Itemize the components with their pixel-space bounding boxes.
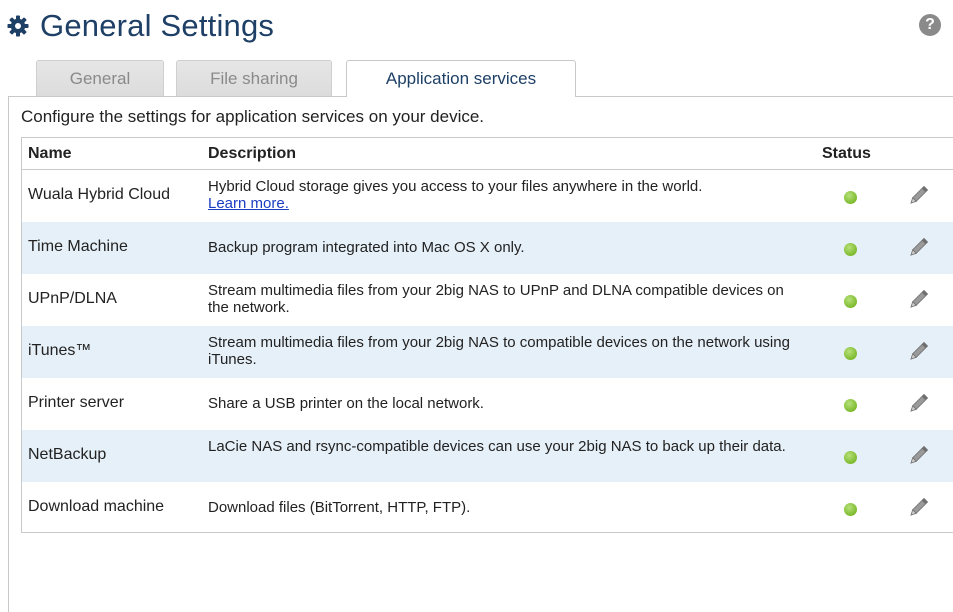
service-description: Stream multimedia files from your 2big N… (208, 334, 790, 368)
column-header-description: Description (208, 145, 297, 162)
status-dot-icon (844, 451, 857, 464)
pencil-icon[interactable] (906, 392, 930, 416)
table-row: Time Machine Backup program integrated i… (22, 222, 953, 274)
column-header-name: Name (28, 145, 72, 162)
status-dot-icon (844, 295, 857, 308)
service-description: Share a USB printer on the local network… (208, 395, 484, 412)
service-description: Download files (BitTorrent, HTTP, FTP). (208, 499, 471, 516)
table-row: UPnP/DLNA Stream multimedia files from y… (22, 274, 953, 326)
service-name: Printer server (28, 394, 125, 411)
service-name: Time Machine (28, 238, 128, 255)
pencil-icon[interactable] (906, 288, 930, 312)
column-header-status: Status (822, 145, 871, 162)
service-name: NetBackup (28, 446, 107, 463)
panel-intro: Configure the settings for application s… (21, 107, 485, 126)
table-row: iTunes™ Stream multimedia files from you… (22, 326, 953, 378)
pencil-icon[interactable] (906, 184, 930, 208)
gear-icon (7, 15, 29, 37)
tab-general[interactable]: General (36, 60, 164, 96)
table-row: Printer server Share a USB printer on th… (22, 378, 953, 430)
learn-more-link[interactable]: Learn more. (208, 195, 289, 212)
table-row: NetBackup LaCie NAS and rsync-compatible… (22, 430, 953, 482)
table-header: Name Description Status (22, 138, 953, 170)
service-description: Stream multimedia files from your 2big N… (208, 282, 784, 316)
table-row: Wuala Hybrid Cloud Hybrid Cloud storage … (22, 170, 953, 222)
status-dot-icon (844, 503, 857, 516)
help-icon[interactable]: ? (919, 14, 941, 36)
pencil-icon[interactable] (906, 496, 930, 520)
service-name: UPnP/DLNA (28, 290, 117, 307)
table-row: Download machine Download files (BitTorr… (22, 482, 953, 534)
application-services-panel: Configure the settings for application s… (8, 96, 953, 612)
service-description: Backup program integrated into Mac OS X … (208, 239, 525, 256)
tab-file-sharing[interactable]: File sharing (176, 60, 332, 96)
pencil-icon[interactable] (906, 444, 930, 468)
service-name: Wuala Hybrid Cloud (28, 186, 170, 203)
pencil-icon[interactable] (906, 340, 930, 364)
service-description: Hybrid Cloud storage gives you access to… (208, 178, 808, 212)
pencil-icon[interactable] (906, 236, 930, 260)
status-dot-icon (844, 191, 857, 204)
services-table: Name Description Status Wuala Hybrid Clo… (21, 137, 953, 533)
service-description: LaCie NAS and rsync-compatible devices c… (208, 438, 786, 455)
description-text: Hybrid Cloud storage gives you access to… (208, 178, 703, 195)
service-name: iTunes™ (28, 342, 92, 359)
tab-application-services[interactable]: Application services (346, 60, 576, 97)
service-name: Download machine (28, 498, 165, 515)
status-dot-icon (844, 347, 857, 360)
status-dot-icon (844, 399, 857, 412)
page-title: General Settings (40, 8, 275, 43)
page-header: General Settings (6, 6, 274, 46)
status-dot-icon (844, 243, 857, 256)
